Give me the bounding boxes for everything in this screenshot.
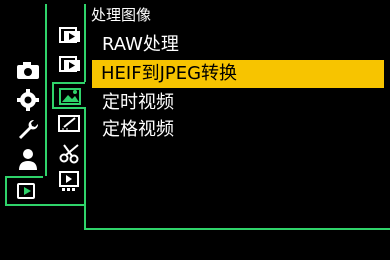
playback-tab-1-icon[interactable] [58, 24, 82, 46]
frame-left-line [45, 4, 47, 176]
playback-category-tab[interactable] [5, 176, 43, 206]
frame-inner-connector [84, 206, 86, 230]
gear-icon[interactable] [14, 88, 42, 112]
image-processing-icon [59, 88, 81, 105]
menu-item-stop-motion-video[interactable]: 定格视频 [98, 116, 378, 144]
menu-title: 处理图像 [91, 6, 152, 24]
frame-bottom-line [45, 204, 86, 206]
menu-item-heif-to-jpeg[interactable]: HEIF到JPEG转换 [92, 60, 384, 88]
playback-icon [17, 183, 35, 199]
person-icon[interactable] [14, 147, 42, 171]
edit-icon[interactable] [58, 112, 82, 134]
slideshow-icon[interactable] [58, 170, 82, 192]
menu-item-raw-processing[interactable]: RAW处理 [98, 31, 378, 59]
frame-bottom-main [84, 228, 390, 230]
scissors-icon[interactable] [58, 142, 82, 164]
menu-item-time-lapse-video[interactable]: 定时视频 [98, 89, 378, 117]
camera-icon[interactable] [14, 58, 42, 82]
frame-right-line-top [84, 4, 86, 82]
frame-right-line [84, 107, 86, 206]
wrench-icon[interactable] [14, 118, 42, 142]
playback-tab-2-icon[interactable] [58, 53, 82, 75]
tab-image-processing[interactable] [52, 82, 85, 109]
